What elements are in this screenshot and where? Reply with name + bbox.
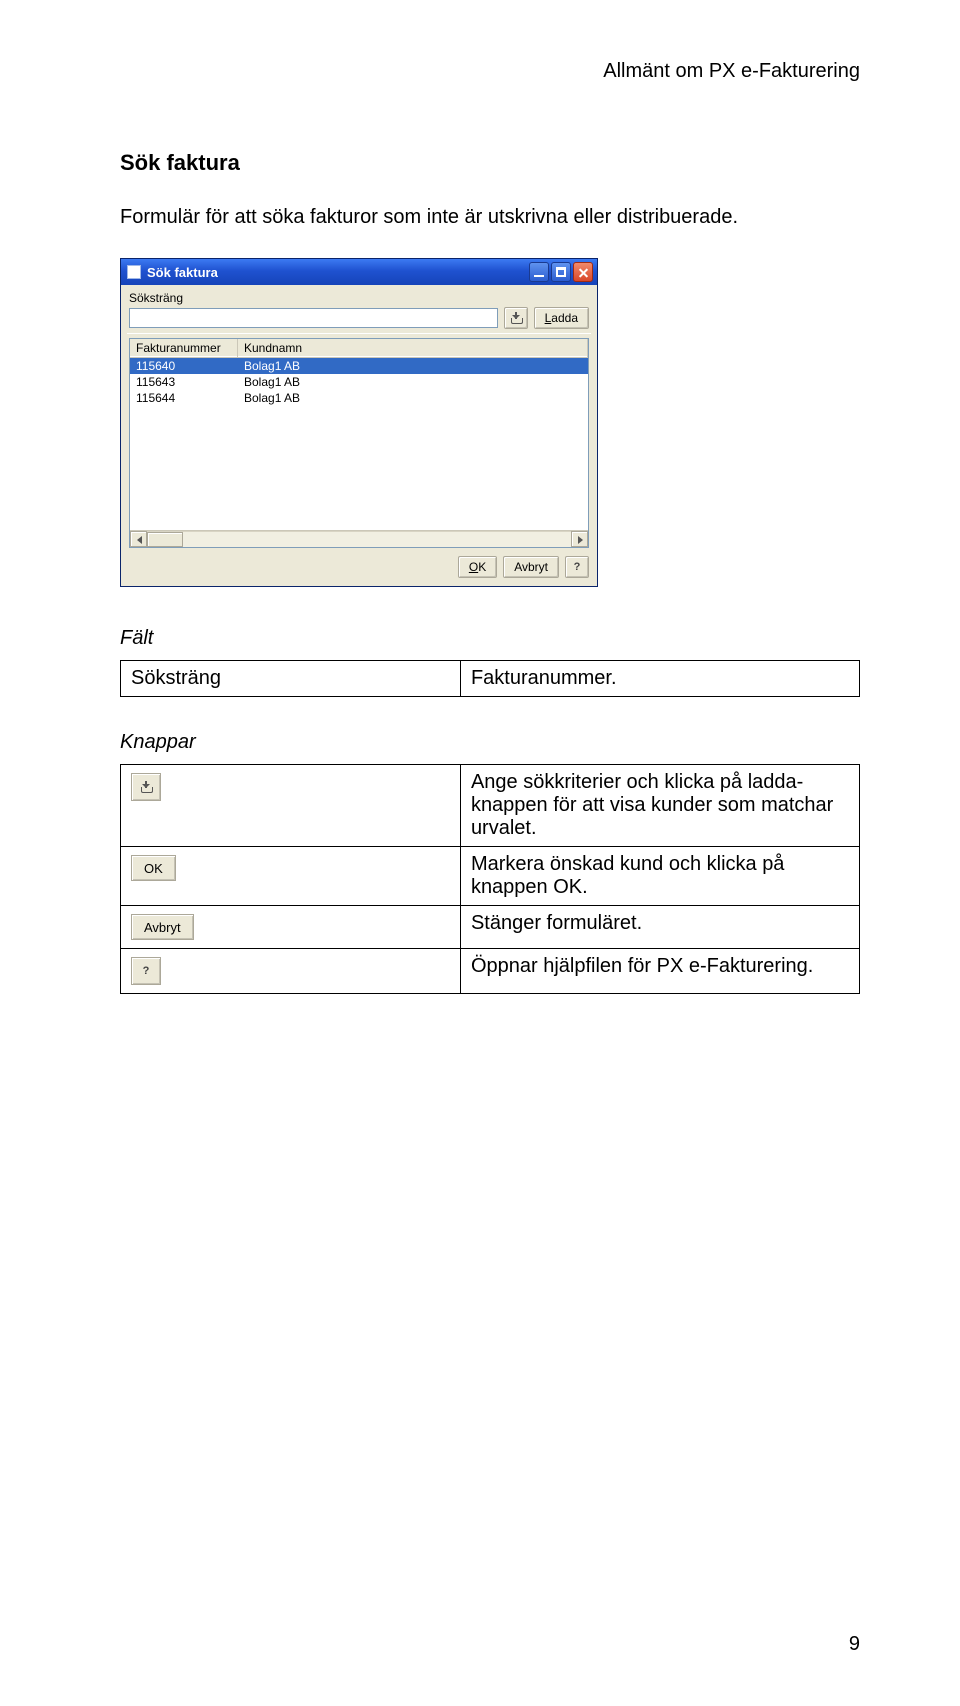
cell-fakturanummer: 115643 <box>130 375 238 389</box>
section-title: Sök faktura <box>120 150 860 176</box>
table-row: Avbryt Stänger formuläret. <box>121 906 860 949</box>
scroll-thumb[interactable] <box>147 532 183 547</box>
cancel-button[interactable]: Avbryt <box>503 556 559 578</box>
falt-table: Söksträng Fakturanummer. <box>120 660 860 697</box>
horizontal-scrollbar[interactable] <box>130 530 588 547</box>
help-icon: ? <box>571 561 583 573</box>
cancel-button-sample: Avbryt <box>131 914 194 940</box>
load-button[interactable]: Ladda <box>534 307 589 329</box>
knappar-desc: Ange sökkriterier och klicka på ladda-kn… <box>460 765 859 847</box>
table-row[interactable]: 115643 Bolag1 AB <box>130 374 588 390</box>
results-grid[interactable]: Fakturanummer Kundnamn 115640 Bolag1 AB … <box>129 338 589 548</box>
cell-fakturanummer: 115644 <box>130 391 238 405</box>
falt-name: Söksträng <box>121 661 461 697</box>
table-row: OK Markera önskad kund och klicka på kna… <box>121 847 860 906</box>
maximize-button[interactable] <box>551 262 571 282</box>
col-header-kundnamn[interactable]: Kundnamn <box>238 339 588 357</box>
falt-desc: Fakturanummer. <box>460 661 859 697</box>
help-button[interactable]: ? <box>565 556 589 578</box>
load-icon <box>140 781 152 793</box>
table-row: ? Öppnar hjälpfilen för PX e-Fakturering… <box>121 949 860 994</box>
scroll-track[interactable] <box>147 531 571 547</box>
cell-kundnamn: Bolag1 AB <box>238 375 588 389</box>
falt-heading: Fält <box>120 627 860 650</box>
grid-header: Fakturanummer Kundnamn <box>130 339 588 358</box>
col-header-fakturanummer[interactable]: Fakturanummer <box>130 339 238 357</box>
cell-fakturanummer: 115640 <box>130 359 238 373</box>
dialog-titlebar[interactable]: Sök faktura <box>121 259 597 285</box>
load-button-label: adda <box>551 311 578 325</box>
window-system-icon <box>127 265 141 279</box>
scroll-right-button[interactable] <box>571 531 588 547</box>
knappar-desc: Stänger formuläret. <box>460 906 859 949</box>
cancel-button-label: Avbryt <box>514 560 548 574</box>
table-row: Ange sökkriterier och klicka på ladda-kn… <box>121 765 860 847</box>
cell-kundnamn: Bolag1 AB <box>238 359 588 373</box>
help-icon: ? <box>140 965 152 977</box>
page-number: 9 <box>849 1633 860 1656</box>
table-row[interactable]: 115644 Bolag1 AB <box>130 390 588 406</box>
search-string-label: Söksträng <box>129 291 589 305</box>
table-row: Söksträng Fakturanummer. <box>121 661 860 697</box>
load-icon-button[interactable] <box>504 307 528 329</box>
ok-button-sample: OK <box>131 855 176 881</box>
dialog-title: Sök faktura <box>147 265 529 280</box>
close-button[interactable] <box>573 262 593 282</box>
load-icon-button-sample <box>131 773 161 801</box>
knappar-desc: Markera önskad kund och klicka på knappe… <box>460 847 859 906</box>
scroll-left-button[interactable] <box>130 531 147 547</box>
minimize-button[interactable] <box>529 262 549 282</box>
knappar-table: Ange sökkriterier och klicka på ladda-kn… <box>120 764 860 994</box>
page-header: Allmänt om PX e-Fakturering <box>603 60 860 83</box>
knappar-heading: Knappar <box>120 731 860 754</box>
load-icon <box>510 312 522 324</box>
cell-kundnamn: Bolag1 AB <box>238 391 588 405</box>
ok-button[interactable]: OK <box>458 556 497 578</box>
divider <box>127 333 591 334</box>
help-button-sample: ? <box>131 957 161 985</box>
knappar-desc: Öppnar hjälpfilen för PX e-Fakturering. <box>460 949 859 994</box>
search-invoice-dialog: Sök faktura Söksträng Ladda F <box>120 258 598 587</box>
intro-paragraph: Formulär för att söka fakturor som inte … <box>120 204 860 230</box>
search-string-input[interactable] <box>129 308 498 328</box>
table-row[interactable]: 115640 Bolag1 AB <box>130 358 588 374</box>
